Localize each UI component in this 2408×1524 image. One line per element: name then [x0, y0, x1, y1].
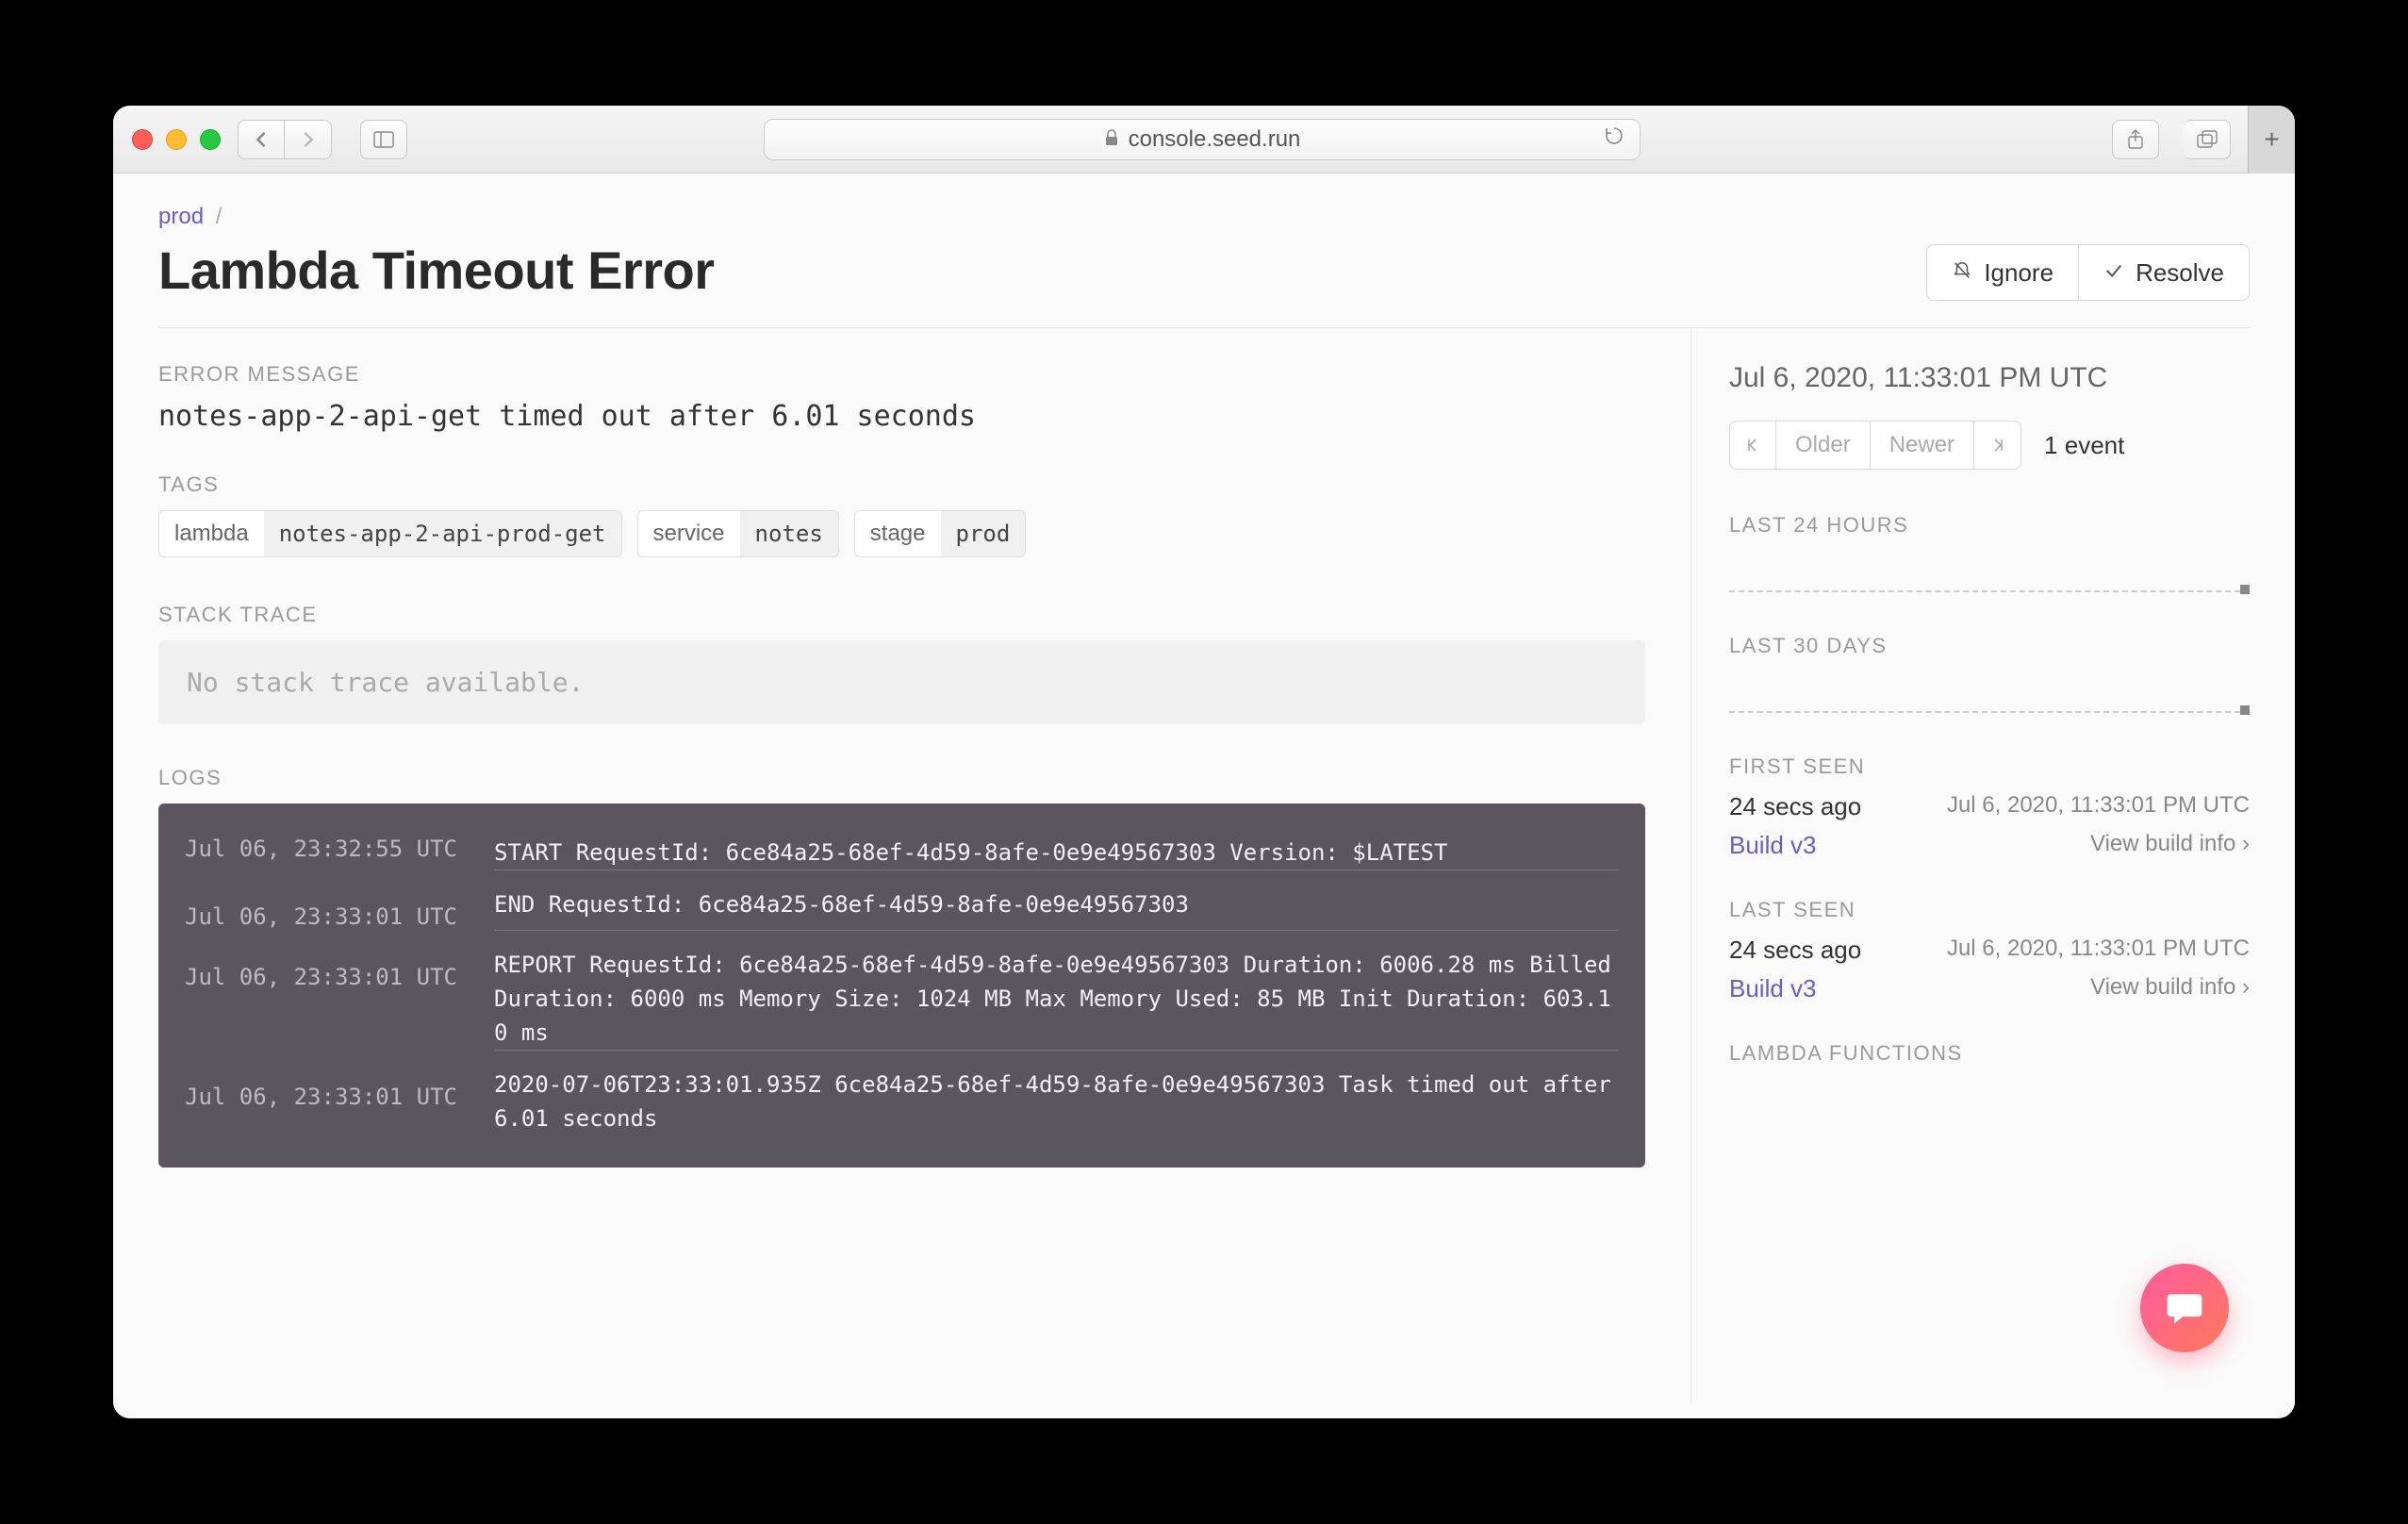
- logs-label: LOGS: [158, 766, 1645, 790]
- sparkline-24h: [1729, 555, 2250, 592]
- content: ERROR MESSAGE notes-app-2-api-get timed …: [113, 328, 2295, 1403]
- reload-icon[interactable]: [1604, 125, 1625, 153]
- pager-newer-label: Newer: [1889, 432, 1954, 458]
- fullscreen-window-icon[interactable]: [200, 129, 221, 150]
- event-count: 1 event: [2044, 431, 2124, 460]
- tags-label: TAGS: [158, 472, 1645, 497]
- resolve-label: Resolve: [2136, 258, 2224, 288]
- last-seen-date: Jul 6, 2020, 11:33:01 PM UTC: [1947, 936, 2250, 965]
- tag-value: notes-app-2-api-prod-get: [264, 511, 621, 556]
- stack-trace-label: STACK TRACE: [158, 603, 1645, 627]
- event-timestamp: Jul 6, 2020, 11:33:01 PM UTC: [1729, 362, 2250, 394]
- sparkline-30d: [1729, 675, 2250, 713]
- ignore-label: Ignore: [1984, 258, 2053, 288]
- tag-value: prod: [941, 511, 1026, 556]
- last-30-label: LAST 30 DAYS: [1729, 634, 2250, 658]
- toolbar-right: [2101, 120, 2231, 159]
- share-button[interactable]: [2112, 120, 2159, 159]
- header-actions: Ignore Resolve: [1926, 244, 2250, 301]
- forward-button[interactable]: [285, 120, 332, 159]
- tag-key: service: [638, 511, 740, 556]
- last-seen-build-link[interactable]: Build v3: [1729, 974, 1817, 1003]
- side-column: Jul 6, 2020, 11:33:01 PM UTC Older Newer…: [1691, 328, 2295, 1403]
- error-message: notes-app-2-api-get timed out after 6.01…: [158, 400, 1645, 433]
- pager-newer-button[interactable]: Newer: [1871, 421, 1974, 470]
- first-seen-section: FIRST SEEN 24 secs ago Jul 6, 2020, 11:3…: [1729, 754, 2250, 860]
- tag-key: lambda: [159, 511, 264, 556]
- log-timestamp: Jul 06, 23:33:01 UTC: [185, 886, 468, 930]
- back-button[interactable]: [238, 120, 285, 159]
- last-30-section: LAST 30 DAYS: [1729, 634, 2250, 713]
- log-timestamp: Jul 06, 23:33:01 UTC: [185, 947, 468, 1050]
- lock-icon: [1104, 126, 1119, 153]
- tabs-overview-button[interactable]: [2184, 120, 2231, 159]
- log-timestamp: Jul 06, 23:32:55 UTC: [185, 836, 468, 870]
- page-header: prod / Lambda Timeout Error Ignore Resol…: [158, 174, 2250, 328]
- breadcrumb-root[interactable]: prod: [158, 204, 204, 229]
- first-seen-build-link[interactable]: Build v3: [1729, 831, 1817, 860]
- chat-widget-button[interactable]: [2140, 1264, 2229, 1352]
- nav-buttons: [238, 120, 332, 159]
- pager-older-label: Older: [1795, 432, 1851, 458]
- lambda-functions-label: LAMBDA FUNCTIONS: [1729, 1041, 2250, 1066]
- log-timestamp: Jul 06, 23:33:01 UTC: [185, 1067, 468, 1135]
- last-24-label: LAST 24 HOURS: [1729, 513, 2250, 538]
- stack-trace-box: No stack trace available.: [158, 640, 1645, 724]
- tag-stage[interactable]: stage prod: [854, 510, 1027, 557]
- last-seen-label: LAST SEEN: [1729, 898, 2250, 922]
- tag-key: stage: [855, 511, 941, 556]
- tag-value: notes: [740, 511, 838, 556]
- pager-first-button[interactable]: [1729, 421, 1776, 470]
- log-row: Jul 06, 23:33:01 UTC 2020-07-06T23:33:01…: [158, 1067, 1645, 1152]
- log-row: Jul 06, 23:33:01 UTC REPORT RequestId: 6…: [158, 947, 1645, 1067]
- event-pager: Older Newer 1 event: [1729, 421, 2250, 470]
- logs-panel: Jul 06, 23:32:55 UTC START RequestId: 6c…: [158, 803, 1645, 1168]
- last-seen-section: LAST SEEN 24 secs ago Jul 6, 2020, 11:33…: [1729, 898, 2250, 1003]
- last-seen-ago: 24 secs ago: [1729, 936, 1861, 965]
- pager-older-button[interactable]: Older: [1776, 421, 1871, 470]
- log-message: START RequestId: 6ce84a25-68ef-4d59-8afe…: [494, 836, 1619, 870]
- new-tab-button[interactable]: +: [2248, 106, 2295, 174]
- first-seen-ago: 24 secs ago: [1729, 792, 1861, 821]
- main-column: ERROR MESSAGE notes-app-2-api-get timed …: [113, 328, 1691, 1403]
- pager-last-button[interactable]: [1974, 421, 2021, 470]
- resolve-button[interactable]: Resolve: [2079, 244, 2250, 301]
- close-window-icon[interactable]: [132, 129, 153, 150]
- minimize-window-icon[interactable]: [166, 129, 187, 150]
- url-text: console.seed.run: [1129, 126, 1301, 153]
- sidebar-toggle-button[interactable]: [360, 120, 407, 159]
- page-title: Lambda Timeout Error: [158, 240, 715, 301]
- log-message: REPORT RequestId: 6ce84a25-68ef-4d59-8af…: [494, 930, 1619, 1050]
- first-seen-date: Jul 6, 2020, 11:33:01 PM UTC: [1947, 792, 2250, 821]
- browser-chrome: console.seed.run +: [113, 106, 2295, 174]
- error-message-label: ERROR MESSAGE: [158, 362, 1645, 387]
- address-bar[interactable]: console.seed.run: [764, 119, 1641, 160]
- tags-row: lambda notes-app-2-api-prod-get service …: [158, 510, 1645, 557]
- last-24-section: LAST 24 HOURS: [1729, 513, 2250, 592]
- ignore-button[interactable]: Ignore: [1926, 244, 2079, 301]
- breadcrumb: prod /: [158, 204, 715, 230]
- first-seen-build-info[interactable]: View build info ›: [2090, 831, 2250, 860]
- first-seen-label: FIRST SEEN: [1729, 754, 2250, 779]
- tag-service[interactable]: service notes: [637, 510, 839, 557]
- log-message: END RequestId: 6ce84a25-68ef-4d59-8afe-0…: [494, 870, 1619, 930]
- check-icon: [2103, 258, 2124, 288]
- browser-window: console.seed.run + prod / Lambda Timeo: [113, 106, 2295, 1418]
- log-message: 2020-07-06T23:33:01.935Z 6ce84a25-68ef-4…: [494, 1050, 1619, 1135]
- last-seen-build-info[interactable]: View build info ›: [2090, 974, 2250, 1003]
- breadcrumb-separator: /: [216, 204, 223, 229]
- tag-lambda[interactable]: lambda notes-app-2-api-prod-get: [158, 510, 622, 557]
- traffic-lights: [132, 129, 221, 150]
- page-body: prod / Lambda Timeout Error Ignore Resol…: [113, 174, 2295, 1418]
- mute-icon: [1952, 258, 1972, 288]
